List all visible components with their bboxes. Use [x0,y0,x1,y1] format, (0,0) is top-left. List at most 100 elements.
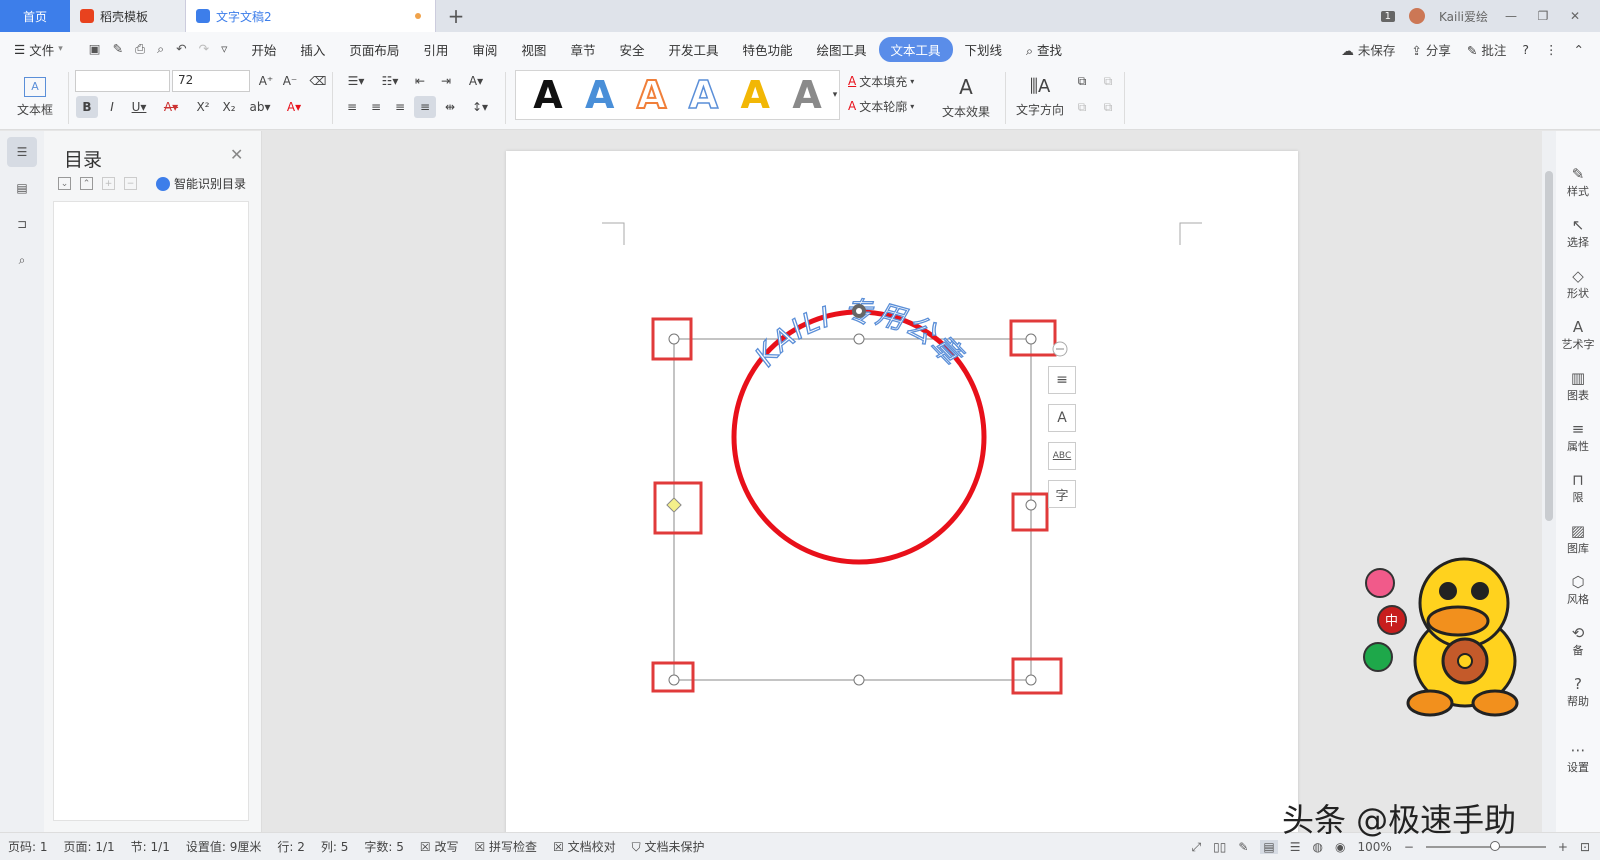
text-wrap-button[interactable]: ABC [1048,442,1076,470]
superscript-button[interactable]: X² [192,96,214,118]
align-right-button[interactable]: ≡ [390,96,410,118]
scrollbar-thumb[interactable] [1545,171,1553,521]
customize-icon[interactable]: ▿ [221,41,227,57]
zoom-in-button[interactable]: + [1558,840,1568,854]
undo-icon[interactable]: ↶ [176,41,186,57]
highlight-button[interactable]: ab▾ [246,96,274,118]
file-menu[interactable]: ☰ 文件 ▾ [0,40,77,59]
layout-options-button[interactable]: ≡ [1048,366,1076,394]
comment-button[interactable]: ✎ 批注 [1467,40,1506,59]
decrease-indent-button[interactable]: ⇤ [410,72,430,90]
status-more-icon[interactable]: ⊡ [1580,840,1590,854]
menu-item-layout[interactable]: 页面布局 [337,40,411,59]
add-level-icon[interactable]: + [102,177,115,190]
menu-item-view[interactable]: 视图 [509,40,558,59]
clear-format-icon[interactable]: ⌫ [308,72,328,90]
resize-handle-tl[interactable] [668,333,680,345]
status-revise[interactable]: ☒ 改写 [412,838,467,855]
right-panel-shape[interactable]: ◇ 形状 [1556,267,1600,301]
align-left-button[interactable]: ≡ [342,96,362,118]
cloud-save-button[interactable]: ☁ 未保存 [1341,40,1395,59]
redo-icon[interactable]: ↷ [199,41,209,57]
search-menu[interactable]: ⌕ 查找 [1014,40,1074,59]
status-words[interactable]: 字数: 5 [356,838,412,855]
eye-protect-icon[interactable]: ◉ [1335,840,1345,854]
text-spacing-button[interactable]: A▾ [462,72,490,90]
zoom-slider-knob[interactable] [1489,841,1500,851]
text-fill-button[interactable]: A 文本填充 ▾ [848,71,930,91]
menu-item-drawing-tools[interactable]: 绘图工具 [805,40,879,59]
shrink-font-button[interactable]: A⁻ [280,72,300,90]
tab-document[interactable]: 文字文稿2 [186,0,436,32]
format-painter-icon[interactable]: ✎ [113,41,123,57]
outline-view-icon[interactable]: ☰ [1290,840,1301,854]
menu-item-developer[interactable]: 开发工具 [656,40,730,59]
justify-button[interactable]: ≡ [414,96,436,118]
text-style-5[interactable]: A [741,76,770,114]
right-panel-chart[interactable]: ▥ 图表 [1556,369,1600,403]
create-link-icon[interactable]: ⧉ [1072,72,1092,90]
gallery-more-button[interactable]: ▾ [830,86,840,104]
right-panel-gallery[interactable]: ▨ 图库 [1556,522,1600,556]
numbered-list-button[interactable]: ☷▾ [376,72,404,90]
more-icon[interactable]: ⋮ [1545,42,1558,57]
right-panel-help[interactable]: ? 帮助 [1556,675,1600,709]
resize-handle-tc[interactable] [853,333,865,345]
right-panel-limit[interactable]: ⊓ 限 [1556,471,1600,505]
grow-font-button[interactable]: A⁺ [256,72,276,90]
menu-item-chapter[interactable]: 章节 [558,40,607,59]
tab-home[interactable]: 首页 [0,0,70,32]
help-icon[interactable]: ? [1522,42,1529,57]
line-spacing-button[interactable]: ↕▾ [466,96,494,118]
resize-handle-br[interactable] [1025,674,1037,686]
status-spell[interactable]: ☒ 拼写检查 [466,838,545,855]
textbox-link-icon[interactable]: ⧉ [1072,98,1092,116]
status-pages[interactable]: 页面: 1/1 [56,838,123,855]
menu-item-text-tools[interactable]: 文本工具 [878,36,953,62]
textbox-unlink-icon[interactable]: ⧉ [1098,98,1118,116]
resize-handle-bl[interactable] [668,674,680,686]
status-col[interactable]: 列: 5 [313,838,357,855]
right-panel-properties[interactable]: ≡ 属性 [1556,420,1600,454]
new-tab-button[interactable]: + [436,0,476,32]
zoom-level[interactable]: 100% [1358,840,1392,854]
menu-item-security[interactable]: 安全 [607,40,656,59]
expand-all-icon[interactable]: ⌄ [58,177,71,190]
subscript-button[interactable]: X₂ [218,96,240,118]
web-view-icon[interactable]: ◍ [1313,840,1323,854]
right-panel-backup[interactable]: ⟲ 备 [1556,624,1600,658]
strikethrough-button[interactable]: A▾ [158,96,184,118]
page-view-icon[interactable]: ▤ [1260,840,1278,854]
find-nav-icon[interactable]: ⌕ [7,245,37,275]
status-row[interactable]: 行: 2 [269,838,313,855]
text-direction-button[interactable]: ⫼A 文字方向 [1012,70,1068,124]
resize-handle-tr[interactable] [1025,333,1037,345]
status-setting[interactable]: 设置值: 9厘米 [178,838,270,855]
status-section[interactable]: 节: 1/1 [123,838,178,855]
collapse-all-icon[interactable]: ⌃ [80,177,93,190]
reading-mode-icon[interactable]: ▯▯ [1213,840,1226,854]
collapse-ribbon-icon[interactable]: ⌃ [1574,42,1584,57]
menu-item-reference[interactable]: 引用 [411,40,460,59]
font-name-select[interactable] [75,70,170,92]
menu-item-underline[interactable]: 下划线 [953,40,1015,59]
right-panel-select[interactable]: ↖ 选择 [1556,216,1600,250]
shape-style-button[interactable]: A [1048,404,1076,432]
text-style-4[interactable]: A [688,75,719,115]
smart-toc-button[interactable]: 智能识别目录 [156,175,246,192]
vertical-scrollbar[interactable] [1542,131,1556,832]
toc-nav-icon[interactable]: ☰ [7,137,37,167]
status-page-number[interactable]: 页码: 1 [0,838,56,855]
right-panel-style[interactable]: ✎ 样式 [1556,165,1600,199]
share-button[interactable]: ⇪ 分享 [1411,40,1450,59]
distribute-button[interactable]: ⇹ [440,96,460,118]
user-name[interactable]: Kaili爱绘 [1439,8,1488,25]
menu-item-review[interactable]: 审阅 [460,40,509,59]
chapter-nav-icon[interactable]: ▤ [7,173,37,203]
print-preview-icon[interactable]: ⌕ [157,41,164,57]
close-icon[interactable]: ✕ [230,145,243,164]
right-panel-wordart[interactable]: A 艺术字 [1556,318,1600,352]
menu-item-insert[interactable]: 插入 [288,40,337,59]
remove-level-icon[interactable]: − [124,177,137,190]
bookmark-nav-icon[interactable]: ⊐ [7,209,37,239]
